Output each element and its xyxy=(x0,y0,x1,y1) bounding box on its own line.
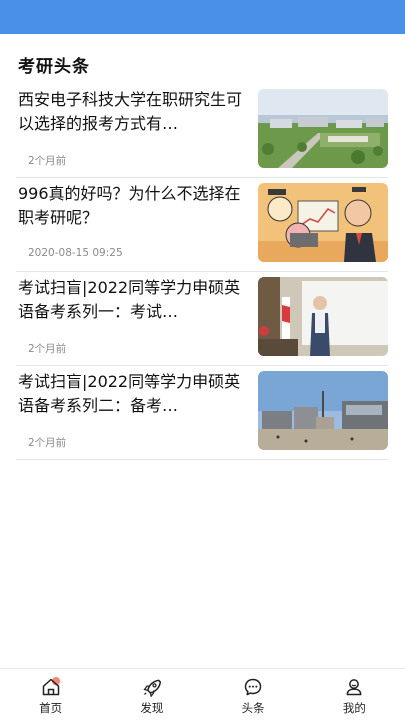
news-thumbnail xyxy=(258,183,388,262)
user-icon xyxy=(346,679,362,696)
tab-bar: 首页 发现 头条 我的 xyxy=(0,668,405,720)
news-title: 考试扫盲|2022同等学力申硕英语备考系列一：考试… xyxy=(18,278,241,321)
news-title: 考试扫盲|2022同等学力申硕英语备考系列二：备考… xyxy=(18,372,241,415)
rocket-icon xyxy=(143,679,161,697)
news-list: 西安电子科技大学在职研究生可以选择的报考方式有… 2个月前 996真的好吗？为什… xyxy=(16,84,388,460)
chat-icon xyxy=(244,678,262,696)
tab-home[interactable]: 首页 xyxy=(0,669,101,720)
tab-label: 我的 xyxy=(342,701,366,715)
news-item[interactable]: 996真的好吗？为什么不选择在职考研呢？ 2020-08-15 09:25 xyxy=(16,178,388,272)
news-thumbnail xyxy=(258,277,388,356)
tab-mine[interactable]: 我的 xyxy=(304,669,405,720)
news-thumbnail xyxy=(258,371,388,450)
tab-label: 发现 xyxy=(140,701,164,715)
news-title: 西安电子科技大学在职研究生可以选择的报考方式有… xyxy=(18,90,243,133)
section-title: 考研头条 xyxy=(18,57,90,77)
news-item[interactable]: 考试扫盲|2022同等学力申硕英语备考系列一：考试… 2个月前 xyxy=(16,272,388,366)
tab-headlines[interactable]: 头条 xyxy=(203,669,304,720)
news-title: 996真的好吗？为什么不选择在职考研呢？ xyxy=(18,184,241,227)
news-time: 2个月前 xyxy=(28,343,67,355)
news-item[interactable]: 考试扫盲|2022同等学力申硕英语备考系列二：备考… 2个月前 xyxy=(16,366,388,460)
news-time: 2个月前 xyxy=(28,155,67,167)
tab-discover[interactable]: 发现 xyxy=(101,669,202,720)
news-time: 2个月前 xyxy=(28,437,67,449)
tab-label: 头条 xyxy=(241,701,265,715)
home-icon xyxy=(42,677,60,696)
news-item[interactable]: 西安电子科技大学在职研究生可以选择的报考方式有… 2个月前 xyxy=(16,84,388,178)
news-time: 2020-08-15 09:25 xyxy=(28,247,123,259)
status-bar xyxy=(0,0,405,34)
tab-label: 首页 xyxy=(39,701,63,715)
news-thumbnail xyxy=(258,89,388,168)
